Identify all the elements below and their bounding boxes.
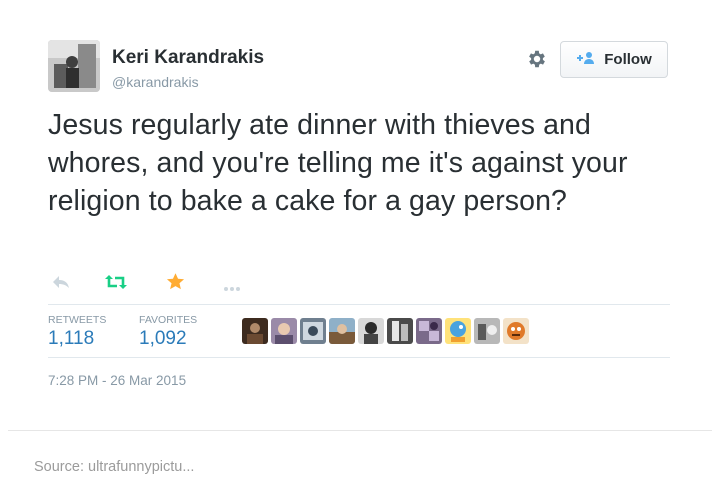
- page-divider: [8, 430, 712, 431]
- favoriter-avatar[interactable]: [358, 318, 384, 344]
- tweet-timestamp[interactable]: 7:28 PM - 26 Mar 2015: [48, 373, 186, 388]
- reply-icon[interactable]: [52, 274, 70, 295]
- source-prefix: Source:: [34, 459, 84, 475]
- favorites-label: FAVORITES: [139, 314, 198, 326]
- author-avatar[interactable]: [48, 40, 100, 92]
- source-link[interactable]: ultrafunnypictu...: [88, 459, 194, 475]
- tweet-text: Jesus regularly ate dinner with thieves …: [48, 109, 628, 217]
- divider-top: [48, 304, 670, 305]
- retweet-icon[interactable]: [105, 274, 127, 295]
- favoriter-avatar[interactable]: [329, 318, 355, 344]
- author-name[interactable]: Keri Karandrakis: [112, 47, 264, 69]
- source-line: Source: ultrafunnypictu...: [34, 459, 194, 475]
- retweets-count[interactable]: 1,118: [48, 328, 94, 350]
- follow-label: Follow: [604, 51, 652, 68]
- add-user-icon: [576, 51, 596, 69]
- tweet-card: Keri Karandrakis @karandrakis Follow Jes…: [0, 0, 720, 430]
- favoriter-avatar[interactable]: [416, 318, 442, 344]
- divider-bottom: [48, 357, 670, 358]
- favoriter-avatar[interactable]: [242, 318, 268, 344]
- favoriter-avatar[interactable]: [445, 318, 471, 344]
- follow-button[interactable]: Follow: [560, 41, 668, 78]
- gear-icon[interactable]: [526, 48, 548, 70]
- author-handle[interactable]: @karandrakis: [112, 74, 199, 90]
- favorites-count[interactable]: 1,092: [139, 328, 187, 350]
- favoriter-avatar[interactable]: [503, 318, 529, 344]
- favoriter-avatar[interactable]: [300, 318, 326, 344]
- more-icon[interactable]: [223, 279, 241, 297]
- retweets-label: RETWEETS: [48, 314, 107, 326]
- favoriter-avatar[interactable]: [474, 318, 500, 344]
- favoriter-avatar[interactable]: [271, 318, 297, 344]
- favorite-icon[interactable]: [166, 272, 185, 296]
- favoriter-avatar[interactable]: [387, 318, 413, 344]
